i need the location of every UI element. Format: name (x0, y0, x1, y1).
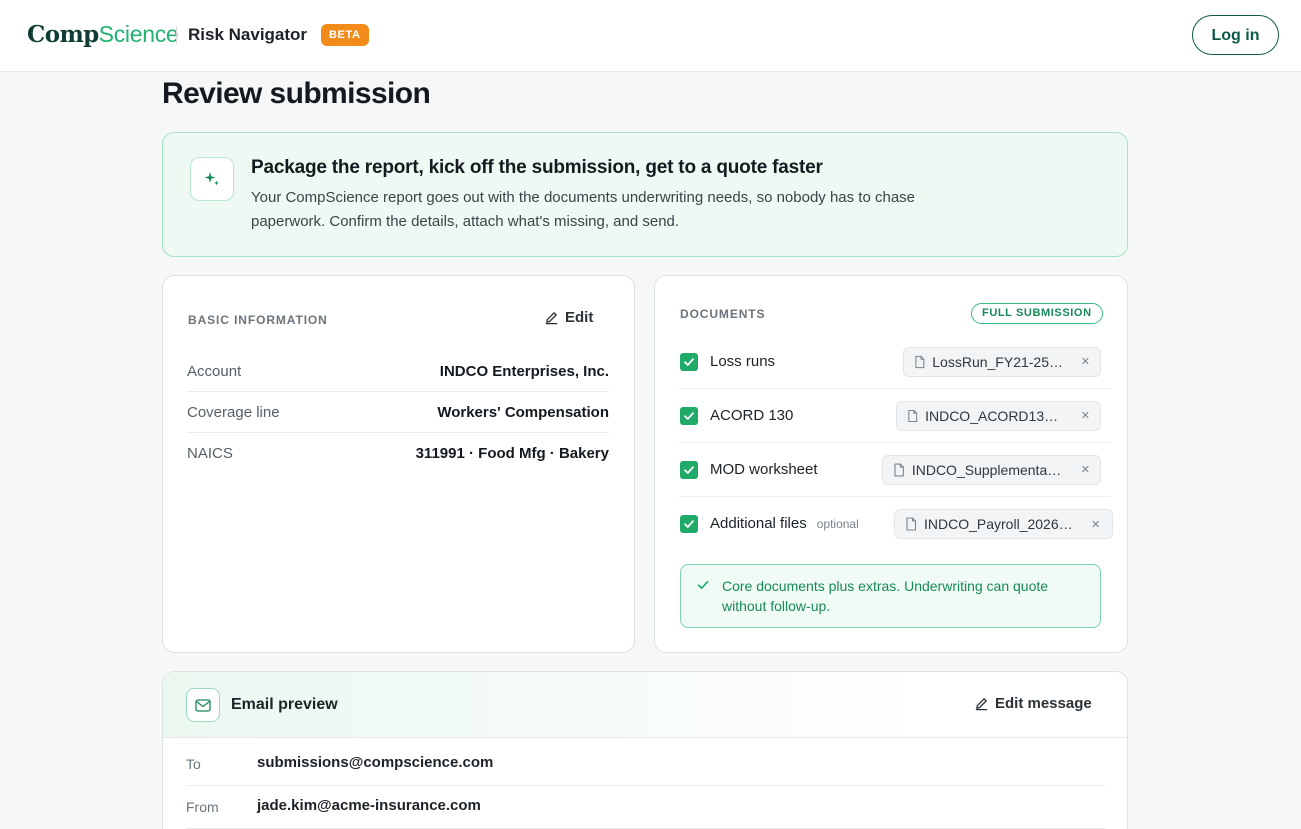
info-key: Account (187, 363, 242, 380)
basic-information-card: BASIC INFORMATION Edit Account INDCO Ent… (162, 275, 635, 653)
edit-label: Edit (565, 309, 594, 326)
file-chip[interactable]: LossRun_FY21-25.pdf ✕ (903, 346, 1101, 377)
promo-banner: Package the report, kick off the submiss… (162, 132, 1128, 257)
email-preview-header: Email preview Edit message (163, 672, 1127, 738)
edit-message-label: Edit message (995, 695, 1092, 712)
sparkle-icon (190, 157, 234, 201)
doc-name-text: Loss runs (710, 352, 776, 370)
info-row-coverage-line: Coverage line Workers' Compensation (187, 393, 609, 433)
doc-name: Additional files optional (710, 514, 859, 534)
mail-icon (186, 688, 220, 722)
compscience-logo[interactable]: CompScience (27, 19, 179, 50)
file-icon (915, 355, 925, 368)
file-name: LossRun_FY21-25.pdf (932, 353, 1064, 370)
doc-row-mod-worksheet: MOD worksheet INDCO_Supplemental.... ✕ (679, 443, 1111, 497)
doc-name: Loss runs (710, 352, 775, 372)
edit-basic-info-button[interactable]: Edit (544, 309, 593, 326)
submission-status-box: Core documents plus extras. Underwriting… (680, 564, 1101, 628)
doc-name-text: MOD worksheet (710, 460, 818, 478)
doc-name: MOD worksheet (710, 460, 818, 480)
promo-body: Your CompScience report goes out with th… (251, 189, 916, 230)
email-preview-title: Email preview (231, 696, 338, 713)
basic-information-label: BASIC INFORMATION (188, 313, 328, 327)
documents-card: DOCUMENTS FULL SUBMISSION Loss runs Loss… (654, 275, 1128, 653)
email-from-value: jade.kim@acme-insurance.com (257, 797, 481, 814)
logo-text-comp: Comp (27, 21, 99, 48)
full-submission-badge: FULL SUBMISSION (971, 303, 1103, 324)
optional-tag: optional (816, 517, 859, 531)
file-name: INDCO_Supplemental.... (911, 461, 1064, 478)
email-to-row: To submissions@compscience.com (186, 743, 1105, 786)
status-message: Core documents plus extras. Underwriting… (722, 578, 1049, 614)
info-value: INDCO Enterprises, Inc. (439, 363, 609, 380)
login-button[interactable]: Log in (1192, 15, 1279, 55)
file-icon (894, 463, 904, 476)
remove-file-icon[interactable]: ✕ (1081, 409, 1090, 422)
file-name: INDCO_ACORD130.pdf (925, 407, 1064, 424)
email-from-row: From jade.kim@acme-insurance.com (186, 786, 1105, 829)
email-to-value: submissions@compscience.com (257, 754, 494, 771)
pencil-icon (975, 698, 988, 711)
checkbox-checked[interactable] (680, 515, 698, 533)
remove-file-icon[interactable]: ✕ (1081, 463, 1090, 476)
app-name: Risk Navigator (188, 25, 308, 44)
doc-row-additional-files: Additional files optional INDCO_Payroll_2… (679, 497, 1113, 551)
logo-text-science: Science (98, 21, 179, 47)
page-title: Review submission (162, 77, 431, 110)
file-name: INDCO_Payroll_2026.xl... (924, 516, 1074, 532)
doc-name-text: ACORD 130 (710, 406, 794, 424)
file-chip[interactable]: INDCO_ACORD130.pdf ✕ (896, 400, 1101, 431)
info-key: NAICS (187, 444, 233, 462)
promo-title: Package the report, kick off the submiss… (251, 157, 823, 178)
checkbox-checked[interactable] (680, 406, 698, 425)
pencil-icon (545, 312, 558, 325)
info-row-naics: NAICS 311991 · Food Mfg · Bakery (187, 433, 609, 473)
logo-divider (176, 26, 177, 44)
checkbox-checked[interactable] (680, 460, 698, 479)
doc-row-acord-130: ACORD 130 INDCO_ACORD130.pdf ✕ (679, 389, 1111, 443)
remove-file-icon[interactable]: ✕ (1091, 518, 1100, 531)
info-key: Coverage line (187, 404, 280, 421)
doc-name: ACORD 130 (710, 406, 793, 426)
file-icon (908, 409, 918, 422)
info-value: Workers' Compensation (437, 404, 609, 421)
edit-message-button[interactable]: Edit message (974, 695, 1092, 712)
doc-name-text: Additional files (710, 515, 807, 532)
beta-badge: BETA (321, 24, 369, 46)
file-icon (906, 517, 917, 531)
file-chip[interactable]: INDCO_Supplemental.... ✕ (882, 454, 1101, 485)
email-from-label: From (186, 799, 219, 815)
file-chip[interactable]: INDCO_Payroll_2026.xl... ✕ (894, 509, 1113, 539)
documents-label: DOCUMENTS (680, 307, 766, 321)
email-to-label: To (186, 756, 201, 772)
top-bar: CompScience Risk Navigator BETA Log in (0, 0, 1301, 72)
check-icon (697, 581, 709, 589)
checkbox-checked[interactable] (680, 352, 698, 371)
email-preview-card: Email preview Edit message To submission… (162, 671, 1128, 829)
remove-file-icon[interactable]: ✕ (1081, 355, 1090, 368)
doc-row-loss-runs: Loss runs LossRun_FY21-25.pdf ✕ (679, 335, 1111, 389)
info-row-account: Account INDCO Enterprises, Inc. (187, 352, 609, 392)
info-value: 311991 · Food Mfg · Bakery (415, 444, 609, 462)
